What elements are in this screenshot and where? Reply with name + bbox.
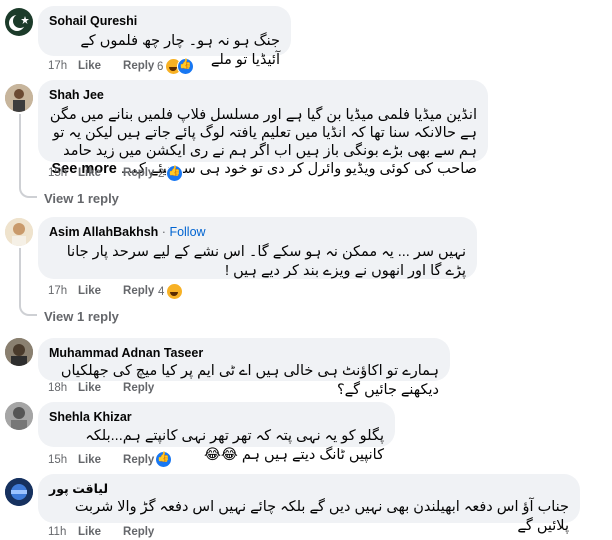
comment-text: ہمارے تو اکاؤنٹ ہی خالی ہیں اے ٹی ایم پر… (60, 363, 439, 398)
commenter-header: Asim AllahBakhsh · Follow (49, 224, 466, 240)
like-icon (166, 165, 184, 182)
avatar[interactable] (5, 478, 33, 506)
view-replies-link[interactable]: View 1 reply (44, 309, 119, 324)
avatar[interactable] (5, 338, 33, 366)
comment-bubble: لیاقت پور جناب آؤ اس دفعہ ابھیلندن بھی ن… (38, 474, 580, 534)
timestamp[interactable]: 17h (48, 285, 78, 297)
reaction-count: 6 (157, 60, 164, 73)
comment-bubble: Asim AllahBakhsh · Follow نہیں سر ... یہ… (38, 217, 477, 279)
like-button[interactable]: Like (78, 285, 101, 297)
avatar[interactable] (5, 218, 33, 246)
thread-line (19, 248, 21, 304)
comment-bubble: Muhammad Adnan Taseer ہمارے تو اکاؤنٹ ہی… (38, 338, 450, 398)
avatar[interactable] (5, 84, 33, 112)
avatar[interactable] (5, 402, 33, 430)
reply-button[interactable]: Reply (123, 167, 154, 179)
thread-curve (19, 304, 37, 316)
commenter-name[interactable]: Shehla Khizar (49, 409, 384, 425)
reply-button[interactable]: Reply (123, 60, 154, 72)
reply-button[interactable]: Reply (123, 454, 154, 466)
reaction-summary[interactable]: 2 (158, 165, 184, 182)
reaction-count: 4 (158, 285, 165, 298)
timestamp[interactable]: 15h (48, 454, 78, 466)
commenter-name[interactable]: Asim AllahBakhsh (49, 225, 158, 239)
person-photo-icon (5, 402, 33, 430)
reply-button[interactable]: Reply (123, 382, 154, 394)
reply-button[interactable]: Reply (123, 526, 154, 538)
reply-button[interactable]: Reply (123, 285, 154, 297)
separator: · (161, 225, 166, 239)
commenter-name[interactable]: Shah Jee (49, 87, 477, 103)
like-icon (155, 451, 172, 468)
reaction-count: 2 (158, 167, 165, 180)
like-button[interactable]: Like (78, 382, 101, 394)
thread-line (19, 114, 21, 186)
commenter-name[interactable]: Sohail Qureshi (49, 13, 280, 29)
follow-button[interactable]: Follow (169, 225, 205, 239)
person-photo-icon (5, 84, 33, 112)
comment-bubble: Shehla Khizar پگلو کو یہ نہی پتہ کہ تھر … (38, 402, 395, 463)
comment-text: نہیں سر ... یہ ممکن نہ ہو سکے گا۔ اس نشے… (66, 244, 466, 279)
timestamp[interactable]: 17h (48, 60, 78, 72)
like-button[interactable]: Like (78, 167, 101, 179)
view-replies-link[interactable]: View 1 reply (44, 191, 119, 206)
thread-curve (19, 186, 37, 198)
person-photo-icon (5, 338, 33, 366)
like-button[interactable]: Like (78, 60, 101, 72)
haha-icon (166, 283, 184, 300)
comment-actions: 18h Like Reply (48, 382, 176, 394)
like-button[interactable]: Like (78, 526, 101, 538)
reaction-summary[interactable]: 4 (158, 283, 184, 300)
person-photo-icon (5, 218, 33, 246)
timestamp[interactable]: 11h (48, 526, 78, 538)
commenter-name[interactable]: Muhammad Adnan Taseer (49, 345, 439, 361)
page-logo-icon (5, 478, 33, 506)
commenter-name[interactable]: لیاقت پور (49, 481, 569, 497)
crescent-star-icon (9, 14, 29, 31)
comment-actions: 11h Like Reply (48, 526, 176, 538)
avatar[interactable] (5, 8, 33, 36)
timestamp[interactable]: 15h (48, 167, 78, 179)
reaction-summary[interactable] (155, 451, 172, 468)
comment-bubble: Shah Jee انڈین میڈیا فلمی میڈیا بن گیا ہ… (38, 80, 488, 177)
like-icon (177, 58, 195, 75)
timestamp[interactable]: 18h (48, 382, 78, 394)
reaction-summary[interactable]: 6 (157, 58, 195, 75)
like-button[interactable]: Like (78, 454, 101, 466)
comment-bubble: Sohail Qureshi جنگ ہو نہ ہو۔ چار چھ فلمو… (38, 6, 291, 68)
